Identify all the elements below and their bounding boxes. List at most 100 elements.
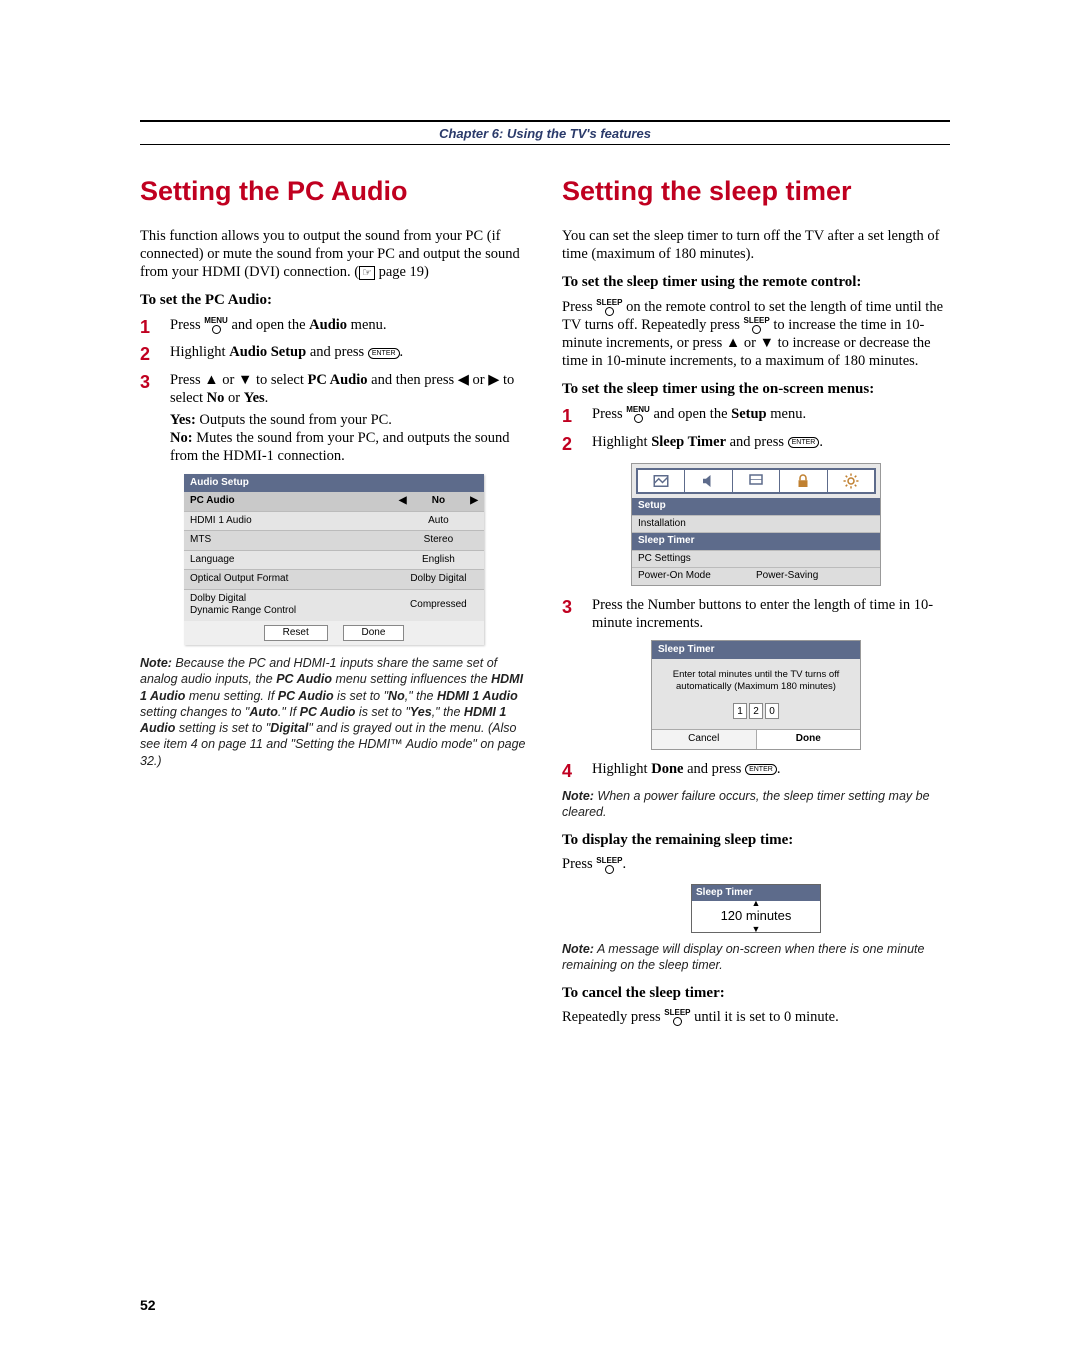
note-label: Note: (140, 656, 172, 670)
note-text: ," the (432, 705, 464, 719)
remote-instructions: Press SLEEP on the remote control to set… (562, 298, 950, 371)
table-row: MTSStereo (184, 531, 484, 551)
left-step-2: 2 Highlight Audio Setup and press ENTER. (140, 343, 528, 366)
cancel-button[interactable]: Cancel (652, 730, 757, 749)
note-keyword: Digital (270, 721, 308, 735)
step-text: Highlight (592, 761, 651, 777)
step-number: 3 (140, 371, 156, 394)
right-subhead-4: To cancel the sleep timer: (562, 984, 950, 1003)
done-button[interactable]: Done (343, 625, 405, 642)
step-text: Press (592, 406, 626, 422)
row-value: Dolby Digital (393, 570, 484, 590)
digit: 1 (733, 703, 747, 719)
menu-item: Sleep Timer (651, 434, 726, 450)
down-arrow-icon: ▼ (692, 927, 820, 932)
digit-entry: 120 (652, 703, 860, 719)
dialog-title: Sleep Timer (652, 641, 860, 660)
done-button[interactable]: Done (757, 730, 861, 749)
step-text: Highlight (170, 344, 229, 360)
right-subhead-3: To display the remaining sleep time: (562, 831, 950, 850)
step-text: and press (683, 761, 745, 777)
step-text: . (265, 390, 269, 406)
step-text: Press (170, 372, 204, 388)
setup-title: Setup (632, 498, 880, 515)
no-text: Mutes the sound from your PC, and output… (170, 430, 510, 464)
menu-item: Done (651, 761, 683, 777)
left-column: Setting the PC Audio This function allow… (140, 175, 528, 1036)
menu-name: Setup (731, 406, 766, 422)
sel-value: No (413, 492, 465, 511)
step-text: menu. (767, 406, 806, 422)
row-label: MTS (184, 531, 393, 551)
display-instructions: Press SLEEP. (562, 855, 950, 873)
tab-picture-icon (638, 470, 685, 492)
step-number: 1 (562, 405, 578, 428)
right-note-1: Note: When a power failure occurs, the s… (562, 788, 950, 821)
right-step-3: 3 Press the Number buttons to enter the … (562, 596, 950, 632)
setup-row-value: Power-Saving (756, 570, 874, 583)
note-keyword: Yes (410, 705, 432, 719)
text: Press (562, 856, 596, 872)
setup-menu-box: Setup Installation Sleep Timer PC Settin… (631, 463, 881, 586)
yes-label: Yes: (170, 412, 196, 428)
row-value: English (393, 550, 484, 570)
step-number: 4 (562, 760, 578, 783)
text: until it is set to 0 minute. (691, 1009, 839, 1025)
note-text: is set to " (334, 689, 388, 703)
right-subhead-1: To set the sleep timer using the remote … (562, 273, 950, 292)
setup-row-selected: Sleep Timer (632, 532, 880, 550)
note-text: ," the (405, 689, 437, 703)
left-step-1: 1 Press MENU and open the Audio menu. (140, 316, 528, 339)
step-number: 3 (562, 596, 578, 619)
setup-tabs (636, 468, 876, 494)
step-number: 1 (140, 316, 156, 339)
no-label: No: (170, 430, 193, 446)
step-text: and press (726, 434, 788, 450)
menu-item: PC Audio (307, 372, 367, 388)
sleep-timer-display: Sleep Timer ▲ 120 minutes ▼ (691, 884, 821, 934)
note-keyword: PC Audio (276, 672, 332, 686)
text: or (740, 335, 759, 351)
menu-name: Audio (309, 317, 347, 333)
intro-text: This function allows you to output the s… (140, 228, 520, 280)
yes-text: Outputs the sound from your PC. (196, 412, 392, 428)
note-text: menu setting. If (185, 689, 277, 703)
right-heading: Setting the sleep timer (562, 175, 950, 209)
setup-row: PC Settings (632, 550, 880, 568)
down-arrow-icon: ▼ (760, 335, 774, 351)
row-label: Dolby Digital Dynamic Range Control (184, 589, 393, 621)
page-number: 52 (140, 1297, 156, 1313)
right-step-2: 2 Highlight Sleep Timer and press ENTER. (562, 433, 950, 456)
table-row: HDMI 1 AudioAuto (184, 511, 484, 531)
reset-button[interactable]: Reset (264, 625, 328, 642)
table-title: Audio Setup (184, 474, 484, 493)
text: Press (562, 299, 596, 315)
setup-row-label: Installation (638, 518, 874, 531)
step-number: 2 (562, 433, 578, 456)
enter-button-icon: ENTER (745, 764, 777, 775)
digit: 0 (765, 703, 779, 719)
right-step-4: 4 Highlight Done and press ENTER. (562, 760, 950, 783)
enter-button-icon: ENTER (368, 348, 400, 359)
chapter-header: Chapter 6: Using the TV's features (140, 120, 950, 145)
step-text: menu. (347, 317, 386, 333)
left-intro: This function allows you to output the s… (140, 227, 528, 281)
row-value: Auto (393, 511, 484, 531)
option-yes: Yes (244, 390, 265, 406)
note-keyword: PC Audio (278, 689, 334, 703)
tab-audio-icon (685, 470, 732, 492)
setup-row-label: PC Settings (638, 553, 874, 566)
menu-button-icon: MENU (626, 406, 650, 423)
row-label: HDMI 1 Audio (184, 511, 393, 531)
right-arrow-icon: ▶ (488, 372, 499, 388)
digit: 2 (749, 703, 763, 719)
menu-button-icon: MENU (204, 317, 228, 334)
tab-lock-icon (780, 470, 827, 492)
note-keyword: Auto (249, 705, 277, 719)
cancel-instructions: Repeatedly press SLEEP until it is set t… (562, 1008, 950, 1026)
table-row: LanguageEnglish (184, 550, 484, 570)
table-selected-row: PC Audio ◀ No ▶ (184, 492, 484, 511)
note-text: ." If (278, 705, 300, 719)
up-arrow-icon: ▲ (726, 335, 740, 351)
note-text: setting changes to " (140, 705, 249, 719)
